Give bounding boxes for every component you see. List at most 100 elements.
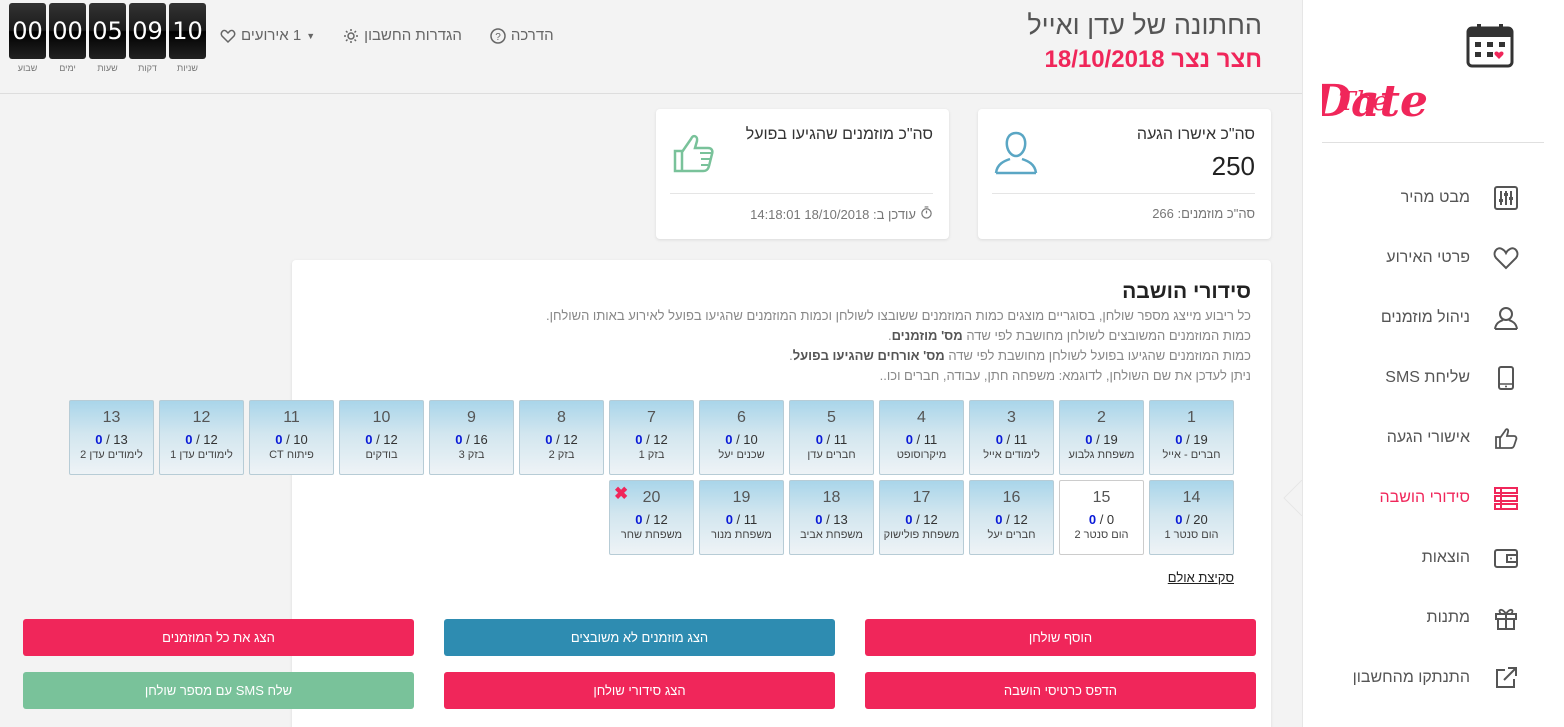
sidebar-item-guests[interactable]: ניהול מוזמנים	[1302, 288, 1564, 348]
user-icon	[1492, 304, 1520, 332]
seated-count: 12	[203, 432, 218, 447]
table-name: משפחת שחר	[620, 529, 683, 541]
add-table-button[interactable]: הוסף שולחן	[865, 619, 1256, 656]
events-dropdown[interactable]: ▼ 1 אירועים	[220, 27, 315, 44]
table-count: 0 / 13	[95, 432, 128, 447]
sidebar-item-gifts[interactable]: מתנות	[1302, 588, 1564, 648]
table-number: 3	[1007, 409, 1016, 426]
show-unseated-button[interactable]: הצג מוזמנים לא משובצים	[444, 619, 835, 656]
table-name: לימודים אייל	[983, 449, 1040, 461]
table-card[interactable]: 15 0 / 0 הום סנטר 2	[1059, 480, 1144, 555]
seated-count: 12	[1013, 512, 1028, 527]
show-all-guests-button[interactable]: הצג את כל המוזמנים	[23, 619, 414, 656]
table-card[interactable]: 5 0 / 11 חברים עדן	[789, 400, 874, 475]
sidebar-item-dashboard[interactable]: מבט מהיר	[1302, 168, 1564, 228]
arrived-count: 0	[1175, 432, 1183, 447]
event-subtitle: חצר נצר 18/10/2018	[1044, 46, 1263, 73]
table-card[interactable]: 13 0 / 13 לימודים עדן 2	[69, 400, 154, 475]
arrived-card: סה"כ מוזמנים שהגיעו בפועל עודכן ב: 18/10…	[656, 109, 949, 239]
floorplan-link[interactable]: סקיצת אולם	[1168, 570, 1234, 585]
table-card[interactable]: 10 0 / 12 בודקים	[339, 400, 424, 475]
arrived-count: 0	[635, 432, 643, 447]
table-card[interactable]: 18 0 / 13 משפחת אביב	[789, 480, 874, 555]
table-count: 0 / 11	[725, 512, 758, 527]
sidebar-item-label: מבט מהיר	[1400, 189, 1470, 206]
table-count: 0 / 20	[1175, 512, 1208, 527]
seated-count: 12	[923, 512, 938, 527]
arrived-count: 0	[995, 432, 1003, 447]
logo-divider	[1322, 142, 1544, 143]
table-count: 0 / 16	[455, 432, 488, 447]
desc-bold: מס' אורחים שהגיעו בפועל	[792, 348, 945, 363]
arrived-count: 0	[1085, 432, 1093, 447]
table-name: חברים - אייל	[1162, 449, 1221, 461]
delete-table-icon[interactable]: ✖	[614, 485, 628, 502]
card-title: סה"כ מוזמנים שהגיעו בפועל	[745, 126, 933, 143]
sidebar-item-event-details[interactable]: פרטי האירוע	[1302, 228, 1564, 288]
arrived-count: 0	[995, 512, 1003, 527]
table-name: משפחת מנור	[711, 529, 772, 541]
table-card[interactable]: ✖ 20 0 / 12 משפחת שחר	[609, 480, 694, 555]
arrived-count: 0	[1175, 512, 1183, 527]
table-card[interactable]: 3 0 / 11 לימודים אייל	[969, 400, 1054, 475]
page-title: החתונה של עדן ואייל	[1027, 10, 1262, 40]
panel-description: כל ריבוע מייצג מספר שולחן, בסוגריים מוצג…	[311, 306, 1251, 386]
table-card[interactable]: 9 0 / 16 בזק 3	[429, 400, 514, 475]
table-count: 0 / 0	[1088, 512, 1115, 527]
countdown-value: 00	[9, 3, 46, 59]
thumbs-up-icon	[670, 129, 718, 177]
table-number: 6	[737, 409, 746, 426]
table-card[interactable]: 8 0 / 12 בזק 2	[519, 400, 604, 475]
arrived-count: 0	[455, 432, 463, 447]
show-table-seating-button[interactable]: הצג סידורי שולחן	[444, 672, 835, 709]
seated-count: 12	[653, 512, 668, 527]
table-card[interactable]: 19 0 / 11 משפחת מנור	[699, 480, 784, 555]
svg-text:Date: Date	[1322, 76, 1428, 127]
table-card[interactable]: 1 0 / 19 חברים - אייל	[1149, 400, 1234, 475]
table-number: 5	[827, 409, 836, 426]
seated-count: 10	[293, 432, 308, 447]
external-link-icon	[1492, 664, 1520, 692]
table-card[interactable]: 6 0 / 10 שכנים יעל	[699, 400, 784, 475]
table-number: 14	[1182, 489, 1201, 506]
table-card[interactable]: 12 0 / 12 לימודים עדן 1	[159, 400, 244, 475]
sidebar-item-rsvp[interactable]: אישורי הגעה	[1302, 408, 1564, 468]
sidebar-item-expenses[interactable]: הוצאות	[1302, 528, 1564, 588]
table-card[interactable]: 17 0 / 12 משפחת פולישוק	[879, 480, 964, 555]
send-sms-table-button[interactable]: שלח SMS עם מספר שולחן	[23, 672, 414, 709]
countdown-hours: 05 שעות	[89, 3, 126, 73]
sidebar-item-logout[interactable]: התנתקו מהחשבון	[1302, 648, 1564, 708]
countdown-value: 09	[129, 3, 166, 59]
save-the-date-logo[interactable]: Save The Date	[1195, 18, 1544, 128]
table-card[interactable]: 7 0 / 12 בזק 1	[609, 400, 694, 475]
table-name: משפחת פולישוק	[883, 529, 960, 541]
table-card[interactable]: 2 0 / 19 משפחת גלבוע	[1059, 400, 1144, 475]
table-number: 9	[467, 409, 476, 426]
table-count: 0 / 12	[635, 512, 668, 527]
account-settings-link[interactable]: הגדרות החשבון	[343, 27, 462, 44]
tables-grid: 1 0 / 19 חברים - אייל 2 0 / 19 משפחת גלבוע 3 0 …	[69, 400, 1234, 560]
print-seating-cards-button[interactable]: הדפס כרטיסי הושבה	[865, 672, 1256, 709]
table-number: 15	[1092, 489, 1111, 506]
seated-count: 20	[1193, 512, 1208, 527]
table-card[interactable]: 11 0 / 10 פיתוח CT	[249, 400, 334, 475]
sidebar-item-seating[interactable]: סידורי הושבה	[1302, 468, 1564, 528]
table-count: 0 / 12	[905, 512, 938, 527]
card-footer: סה"כ מוזמנים: 266	[1152, 206, 1255, 221]
table-name: חברים יעל	[987, 529, 1036, 541]
table-card[interactable]: 14 0 / 20 הום סנטר 1	[1149, 480, 1234, 555]
table-card[interactable]: 16 0 / 12 חברים יעל	[969, 480, 1054, 555]
sidebar-item-sms[interactable]: שליחת SMS	[1302, 348, 1564, 408]
table-count: 0 / 19	[1085, 432, 1118, 447]
arrived-count: 0	[365, 432, 373, 447]
guide-link[interactable]: הדרכה ?	[490, 27, 554, 44]
table-card[interactable]: 4 0 / 11 מיקרוסופט	[879, 400, 964, 475]
table-count: 0 / 11	[905, 432, 938, 447]
table-name: משפחת אביב	[800, 529, 863, 541]
countdown-days: 00 ימים	[49, 3, 86, 73]
countdown-timer: 00 שבוע 00 ימים 05 שעות 09 דקות 10 שניות	[9, 3, 206, 73]
table-name: הום סנטר 2	[1074, 529, 1129, 541]
table-number: 18	[822, 489, 841, 506]
seated-count: 13	[113, 432, 128, 447]
table-number: 16	[1002, 489, 1021, 506]
